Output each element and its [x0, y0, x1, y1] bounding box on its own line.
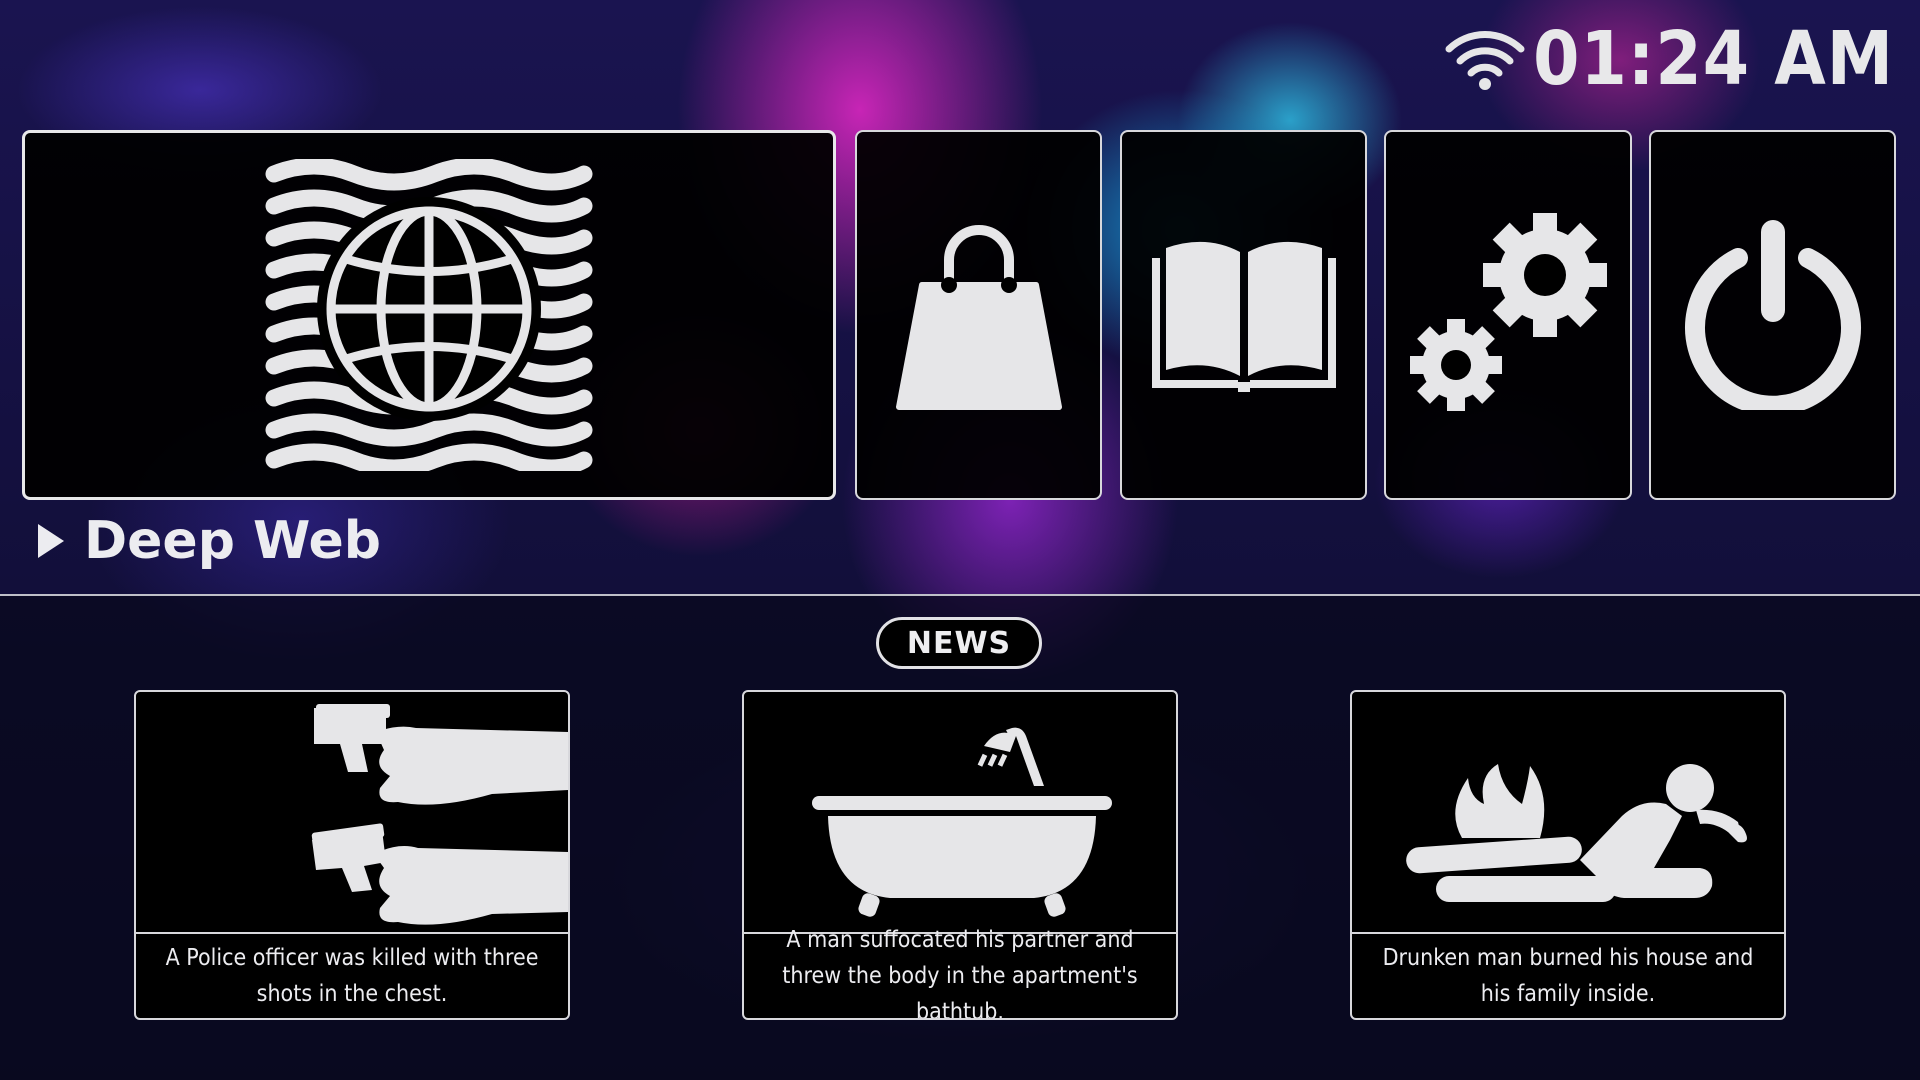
news-caption: Drunken man burned his house and his fam… — [1382, 945, 1754, 1007]
globe-waves-icon — [265, 159, 593, 471]
tile-deep-web[interactable] — [22, 130, 836, 500]
section-divider — [0, 594, 1920, 596]
news-card-1[interactable]: A Police officer was killed with three s… — [134, 690, 570, 1020]
bathtub-icon — [812, 727, 1112, 917]
news-caption: A Police officer was killed with three s… — [165, 945, 539, 1007]
news-caption: A man suffocated his partner and threw t… — [782, 927, 1138, 1020]
news-card-3[interactable]: Drunken man burned his house and his fam… — [1350, 690, 1786, 1020]
status-bar: 01:24 AM — [1445, 14, 1894, 104]
power-icon — [1684, 220, 1861, 410]
wifi-icon — [1445, 31, 1525, 90]
shopping-bag-icon — [895, 225, 1062, 410]
tile-settings[interactable] — [1384, 130, 1632, 500]
tile-power[interactable] — [1649, 130, 1896, 500]
pistols-icon — [311, 704, 568, 925]
gears-icon — [1410, 213, 1607, 411]
news-card-2[interactable]: A man suffocated his partner and threw t… — [742, 690, 1178, 1020]
selected-section-label: Deep Web — [36, 515, 381, 567]
section-title: Deep Web — [84, 511, 382, 571]
tile-journal[interactable] — [1120, 130, 1367, 500]
news-header: NEWS — [876, 617, 1042, 669]
burning-man-icon — [1406, 764, 1747, 902]
tile-shop[interactable] — [855, 130, 1102, 500]
play-arrow-icon — [38, 524, 64, 558]
clock: 01:24 AM — [1533, 16, 1894, 102]
open-book-icon — [1151, 241, 1336, 392]
